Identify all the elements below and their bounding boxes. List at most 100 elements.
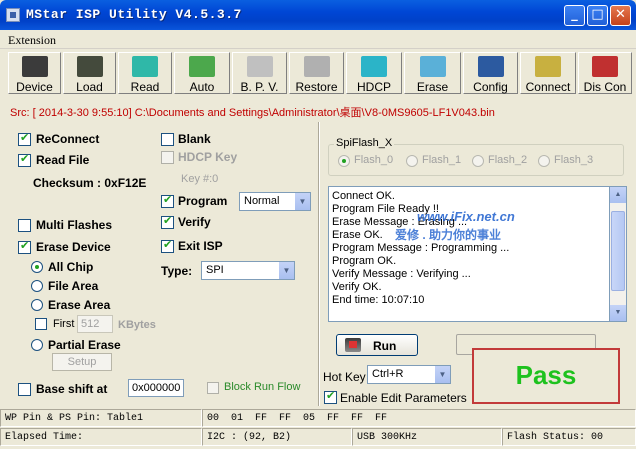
blank-checkbox[interactable] (161, 133, 174, 146)
close-button[interactable]: ✕ (610, 5, 631, 26)
run-label: Run (373, 339, 397, 353)
log-output[interactable]: Connect OK. Program File Ready !! Erase Me… (328, 186, 610, 322)
toolbar-hdcp-button[interactable]: HDCP (346, 52, 402, 94)
type-select[interactable]: SPI ▼ (201, 261, 295, 280)
toolbar-config-button[interactable]: Config (463, 52, 518, 94)
device-byte: FF (279, 413, 292, 424)
setup-button[interactable]: Setup (52, 353, 112, 371)
enable-edit-checkbox[interactable] (324, 389, 337, 404)
partial-erase-label: Partial Erase (48, 338, 121, 352)
disconnect-icon (592, 56, 618, 77)
watermark-url: www.iFix.net.cn (417, 209, 515, 224)
file-area-radio[interactable] (31, 280, 43, 292)
exit-isp-checkbox[interactable] (161, 238, 174, 253)
base-shift-input[interactable]: 0x000000 (128, 379, 184, 397)
auto-map-icon (189, 56, 215, 77)
watermark-slogan: 爱修 . 助力你的事业 (395, 228, 502, 242)
toolbar-button-label: Config (473, 80, 508, 94)
menu-extension[interactable]: Extension (8, 33, 56, 48)
scroll-thumb[interactable] (611, 211, 625, 291)
log-scrollbar[interactable]: ▲ ▼ (610, 186, 627, 322)
run-button[interactable]: Run (336, 334, 418, 356)
block-run-flow-checkbox[interactable] (207, 382, 219, 394)
hotkey-select[interactable]: Ctrl+R ▼ (367, 365, 451, 384)
partial-erase-radio[interactable] (31, 339, 43, 351)
toolbar-connect-button[interactable]: Connect (520, 52, 576, 94)
run-icon (345, 338, 361, 352)
all-chip-label: All Chip (48, 260, 94, 274)
window-title: MStar ISP Utility V4.5.3.7 (26, 7, 242, 22)
key-number-label: Key #:0 (181, 173, 219, 185)
toolbar-button-label: Auto (189, 80, 215, 94)
toolbar-read-button[interactable]: Read (118, 52, 172, 94)
status-row-2: Elapsed Time: I2C : (92, B2) USB 300KHz … (0, 428, 636, 446)
erase-area-radio[interactable] (31, 299, 43, 311)
wp-pin-status: WP Pin & PS Pin: Table1 (0, 409, 202, 427)
reconnect-checkbox[interactable] (18, 131, 31, 146)
chip-icon (21, 56, 48, 77)
flash-1-radio[interactable] (406, 155, 418, 167)
options-panel: ReConnect Read File Checksum : 0xF12E Bl… (6, 122, 316, 406)
blank-label: Blank (178, 132, 211, 146)
toolbar-b-p-v-button[interactable]: B. P. V. (232, 52, 287, 94)
read-file-checkbox[interactable] (18, 152, 31, 167)
scroll-down-icon[interactable]: ▼ (610, 305, 626, 321)
read-file-label: Read File (36, 153, 90, 167)
first-checkbox[interactable] (35, 318, 47, 330)
all-chip-radio[interactable] (31, 261, 43, 273)
toolbar-restore-button[interactable]: Restore (289, 52, 344, 94)
spiflash-group-title: SpiFlash_X (334, 137, 395, 149)
erase-device-label: Erase Device (36, 240, 111, 254)
toolbar-dis-con-button[interactable]: Dis Con (578, 52, 632, 94)
hdcp-book-icon (361, 56, 387, 77)
first-kbytes-input[interactable]: 512 (77, 315, 113, 333)
device-byte: 00 (207, 413, 220, 424)
program-mode-select[interactable]: Normal ▼ (239, 192, 311, 211)
file-area-label: File Area (48, 279, 99, 293)
verify-checkbox[interactable] (161, 214, 174, 229)
device-byte: 01 (231, 413, 244, 424)
toolbar-button-label: Load (76, 80, 103, 94)
menu-bar: Extension (0, 30, 636, 49)
device-byte: FF (255, 413, 268, 424)
result-text: Pass (515, 360, 577, 390)
load-chip-icon (76, 56, 103, 77)
chevron-down-icon: ▼ (434, 366, 450, 383)
toolbar-button-label: Read (130, 80, 160, 94)
toolbar-auto-button[interactable]: Auto (174, 52, 230, 94)
log-line: Program Message : Programming ... (332, 242, 510, 254)
i2c-status: I2C : (92, B2) (202, 428, 352, 446)
exit-isp-label: Exit ISP (178, 239, 223, 253)
flash-2-radio[interactable] (472, 155, 484, 167)
usb-status: USB 300KHz (352, 428, 502, 446)
program-checkbox[interactable] (161, 193, 174, 208)
minimize-button[interactable]: _ (564, 5, 585, 26)
erase-area-label: Erase Area (48, 298, 111, 312)
toolbar-erase-button[interactable]: Erase (404, 52, 461, 94)
scroll-up-icon[interactable]: ▲ (610, 187, 626, 203)
flash-0-radio[interactable] (338, 155, 350, 167)
result-box: Pass (472, 348, 620, 404)
hdcp-key-label: HDCP Key (178, 150, 238, 164)
toolbar-load-button[interactable]: Load (63, 52, 116, 94)
toolbar-button-label: Dis Con (583, 80, 627, 94)
base-shift-checkbox[interactable] (18, 383, 31, 396)
erase-device-checkbox[interactable] (18, 239, 31, 254)
toolbar-button-label: Connect (525, 80, 571, 94)
maximize-button[interactable]: □ (587, 5, 608, 26)
source-file-path: Src: [ 2014-3-30 9:55:10] C:\Documents a… (10, 107, 495, 119)
multi-flashes-checkbox[interactable] (18, 219, 31, 232)
type-value: SPI (206, 264, 224, 276)
toolbar: Device Load Read Auto B. P. V. Restore HDCP Era… (0, 50, 636, 96)
erase-icon (419, 56, 446, 77)
log-line: Connect OK. (332, 190, 395, 202)
log-line: Verify Message : Verifying ... (332, 268, 471, 280)
restore-sticks-icon (303, 56, 330, 77)
device-bytes: 00 01 FF FF 05 FF FF FF (202, 409, 636, 427)
hdcp-key-checkbox[interactable] (161, 151, 174, 164)
flash-3-label: Flash_3 (554, 154, 594, 166)
flash-3-radio[interactable] (538, 155, 550, 167)
toolbar-button-label: HDCP (356, 80, 391, 94)
toolbar-device-button[interactable]: Device (8, 52, 61, 94)
connect-chip-icon (535, 56, 561, 77)
